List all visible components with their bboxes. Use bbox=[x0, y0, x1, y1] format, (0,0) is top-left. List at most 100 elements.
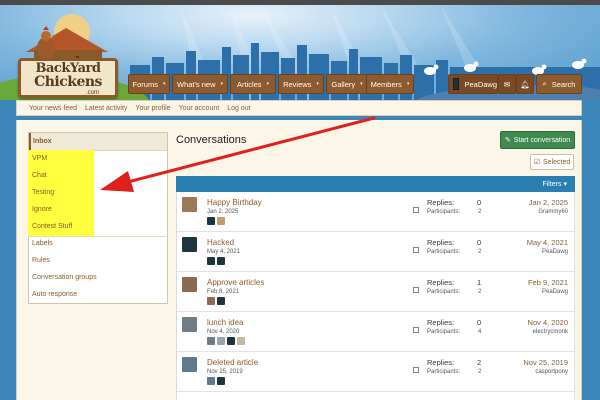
conversation-date: Nov 25, 2019 bbox=[207, 369, 243, 375]
page-title: Conversations bbox=[176, 134, 247, 146]
list-header: Filters ▾ bbox=[176, 176, 575, 192]
inbox-button[interactable]: ✉ bbox=[498, 74, 516, 94]
checkbox-icon: ☑ bbox=[533, 159, 541, 166]
participants-count: 2 bbox=[478, 249, 482, 255]
site-logo[interactable]: BackYard Chickens .com bbox=[16, 12, 120, 98]
avatar bbox=[182, 357, 197, 372]
avatar bbox=[237, 337, 245, 345]
subnav-latest-activity[interactable]: Latest activity bbox=[81, 105, 131, 112]
avatar bbox=[217, 337, 225, 345]
avatar bbox=[207, 377, 215, 385]
conversation-title[interactable]: Deleted article bbox=[207, 358, 258, 367]
nav-reviews-label: Reviews bbox=[283, 79, 312, 89]
search-button[interactable]: ⌕ Search bbox=[536, 74, 582, 94]
chevron-down-icon: ▾ bbox=[406, 81, 410, 87]
conversation-title[interactable]: Happy Birthday bbox=[207, 198, 262, 207]
table-row[interactable]: Deleted article Nov 25, 2019 Replies: 2 … bbox=[177, 352, 574, 392]
table-row[interactable]: lunch idea Nov 4, 2020 Replies: 0 Partic… bbox=[177, 312, 574, 352]
avatar bbox=[207, 217, 215, 225]
alerts-button[interactable]: 🔔︎ bbox=[516, 74, 534, 94]
participant-avatars bbox=[207, 297, 225, 305]
sidebar-item-conversation-groups[interactable]: Conversation groups bbox=[28, 269, 166, 286]
row-checkbox[interactable] bbox=[413, 207, 419, 213]
sidebar-item-vpm[interactable]: VPM bbox=[28, 150, 166, 167]
filters-label: Filters bbox=[542, 181, 562, 188]
avatar bbox=[182, 237, 197, 252]
bell-icon: 🔔︎ bbox=[520, 79, 530, 89]
avatar bbox=[227, 337, 235, 345]
last-message-user[interactable]: casportpony bbox=[535, 369, 568, 375]
row-checkbox[interactable] bbox=[413, 247, 419, 253]
last-message-user[interactable]: Grammy60 bbox=[538, 209, 568, 215]
row-checkbox[interactable] bbox=[413, 367, 419, 373]
selected-button[interactable]: ☑ Selected bbox=[530, 154, 574, 170]
conversation-title[interactable]: Hacked bbox=[207, 238, 234, 247]
sidebar-item-ignore[interactable]: Ignore bbox=[28, 201, 166, 218]
subnav-account[interactable]: Your account bbox=[175, 105, 224, 112]
subnav-news-feed[interactable]: Your news feed bbox=[17, 105, 81, 112]
replies-label: Replies: bbox=[427, 278, 455, 287]
selected-label: Selected bbox=[543, 158, 571, 166]
participant-avatars bbox=[207, 257, 225, 265]
filters-button[interactable]: Filters ▾ bbox=[542, 180, 567, 188]
conversation-date: Feb 8, 2021 bbox=[207, 289, 240, 295]
search-icon: ⌕ bbox=[542, 79, 547, 88]
nav-forums[interactable]: Forums ▾ bbox=[128, 74, 170, 94]
chevron-down-icon: ▾ bbox=[360, 81, 363, 87]
nav-articles[interactable]: Articles ▾ bbox=[230, 74, 276, 94]
row-checkbox[interactable] bbox=[413, 327, 419, 333]
sidebar-item-rules[interactable]: Rules bbox=[28, 252, 166, 269]
sidebar-item-auto-response[interactable]: Auto response bbox=[28, 286, 166, 303]
table-row[interactable]: Hacked May 4, 2021 Replies: 0 Participan… bbox=[177, 232, 574, 272]
conversation-title[interactable]: lunch idea bbox=[207, 318, 243, 327]
avatar bbox=[207, 257, 215, 265]
avatar bbox=[217, 257, 225, 265]
conversation-list: Happy Birthday Jan 2, 2025 Replies: 0 Pa… bbox=[176, 192, 575, 400]
compose-icon: ✎ bbox=[504, 137, 511, 144]
participants-count: 2 bbox=[478, 369, 482, 375]
replies-count: 0 bbox=[477, 318, 482, 327]
nav-members[interactable]: Members ▾ bbox=[366, 74, 414, 94]
replies-label: Replies: bbox=[427, 318, 455, 327]
last-message-user[interactable]: electrycmonk bbox=[533, 329, 568, 335]
nav-whats-new-label: What's new bbox=[176, 79, 216, 89]
nav-whats-new[interactable]: What's new ▾ bbox=[172, 74, 228, 94]
nav-articles-label: Articles bbox=[236, 79, 262, 89]
conversation-date: Nov 4, 2020 bbox=[207, 329, 240, 335]
sidebar-item-chat[interactable]: Chat bbox=[28, 167, 166, 184]
last-message-date[interactable]: Jan 2, 2025 bbox=[529, 198, 568, 207]
user-menu[interactable]: PeaDawg bbox=[448, 74, 498, 94]
avatar bbox=[182, 197, 197, 212]
subnav-profile[interactable]: Your profile bbox=[131, 105, 174, 112]
sidebar-item-contest-stuff[interactable]: Contest Stuff bbox=[28, 218, 166, 235]
last-message-date[interactable]: Nov 4, 2020 bbox=[528, 318, 568, 327]
nav-reviews[interactable]: Reviews ▾ bbox=[278, 74, 324, 94]
conversation-date: Jan 2, 2025 bbox=[207, 209, 239, 215]
avatar bbox=[182, 317, 197, 332]
nav-members-label: Members bbox=[370, 79, 402, 89]
avatar bbox=[207, 337, 215, 345]
last-message-user[interactable]: PeaDawg bbox=[542, 249, 568, 255]
table-row[interactable]: Approve articles Feb 8, 2021 Replies: 1 … bbox=[177, 272, 574, 312]
sidebar-item-labels[interactable]: Labels bbox=[28, 235, 166, 252]
replies-label: Replies: bbox=[427, 198, 455, 207]
row-checkbox[interactable] bbox=[413, 287, 419, 293]
start-conversation-button[interactable]: ✎ Start conversation bbox=[500, 131, 575, 149]
table-row[interactable]: Happy Birthday Jan 2, 2025 Replies: 0 Pa… bbox=[177, 192, 574, 232]
search-label: Search bbox=[551, 79, 576, 89]
last-message-date[interactable]: Feb 9, 2021 bbox=[528, 278, 568, 287]
nav-gallery[interactable]: Gallery ▾ bbox=[326, 74, 368, 94]
conversation-title[interactable]: Approve articles bbox=[207, 278, 264, 287]
last-message-user[interactable]: PeaDawg bbox=[542, 289, 568, 295]
logo-text-dotcom: .com bbox=[86, 90, 100, 96]
main-nav: Forums ▾ What's new ▾ Articles ▾ Reviews… bbox=[128, 74, 582, 94]
participants-label: Participants: bbox=[427, 289, 461, 295]
last-message-date[interactable]: Nov 25, 2019 bbox=[523, 358, 568, 367]
sidebar-item-testing[interactable]: Testing bbox=[28, 184, 166, 201]
subnav-log-out[interactable]: Log out bbox=[223, 105, 254, 112]
account-subnav: Your news feed Latest activity Your prof… bbox=[16, 100, 582, 116]
avatar bbox=[217, 217, 225, 225]
last-message-date[interactable]: May 4, 2021 bbox=[527, 238, 568, 247]
conversation-date: May 4, 2021 bbox=[207, 249, 241, 255]
chevron-down-icon: ▾ bbox=[266, 81, 270, 87]
